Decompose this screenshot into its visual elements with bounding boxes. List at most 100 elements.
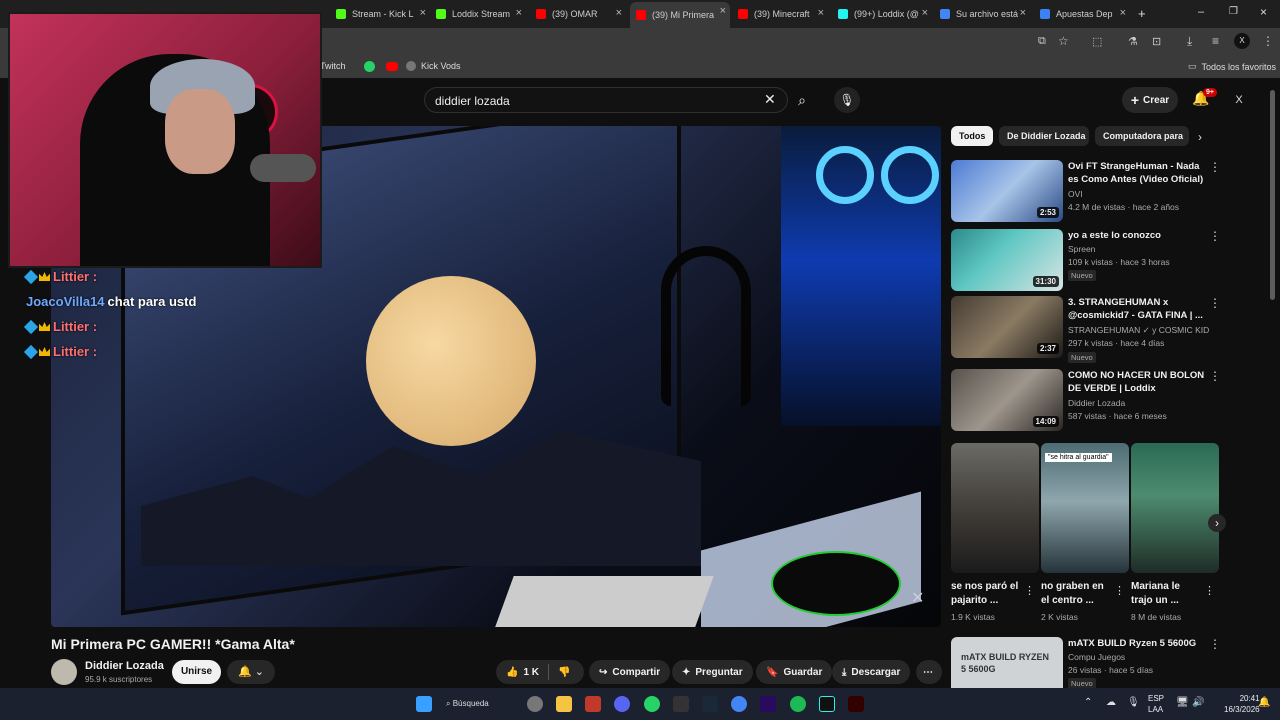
- dislike-icon[interactable]: 👎: [558, 667, 570, 678]
- chrome-icon[interactable]: [731, 696, 747, 712]
- join-button[interactable]: Unirse: [172, 660, 221, 684]
- star-icon[interactable]: ☆: [1058, 34, 1069, 48]
- network-icon[interactable]: 🖥: [1176, 697, 1189, 708]
- share-button[interactable]: ↪ Compartir: [589, 660, 671, 684]
- more-icon[interactable]: ⋮: [1209, 369, 1221, 383]
- chip-todos[interactable]: Todos: [951, 126, 993, 146]
- close-window-icon[interactable]: ×: [1260, 5, 1267, 19]
- video-thumbnail[interactable]: 14:09: [951, 369, 1063, 431]
- tab-apuestas[interactable]: Apuestas Dep ×: [1040, 4, 1126, 24]
- all-favorites[interactable]: ▭ Todos los favoritos: [1188, 61, 1276, 72]
- chevron-right-icon[interactable]: ›: [1208, 514, 1226, 532]
- mic-tray-icon[interactable]: 🎙: [1127, 697, 1140, 708]
- notification-bell-icon[interactable]: 🔔: [1258, 697, 1270, 708]
- channel-name[interactable]: Diddier Lozada: [85, 660, 164, 672]
- system-clock[interactable]: 20:41 16/3/2026: [1224, 693, 1260, 715]
- tab-tiktok-loddix[interactable]: (99+) Loddix (@ ×: [838, 4, 928, 24]
- subscription-bell-button[interactable]: 🔔 ⌄: [227, 660, 275, 684]
- avatar[interactable]: X: [1229, 90, 1249, 110]
- extension-icon[interactable]: ⚗: [1128, 35, 1138, 48]
- like-count[interactable]: 1 K: [523, 667, 539, 678]
- short-thumbnail[interactable]: [951, 443, 1039, 573]
- cast-icon[interactable]: ⧉: [1038, 35, 1046, 48]
- video-thumbnail[interactable]: 2:37: [951, 296, 1063, 358]
- close-icon[interactable]: ×: [720, 5, 726, 17]
- tab-minecraft[interactable]: (39) Minecraft ×: [738, 4, 824, 24]
- taskbar-search[interactable]: ⌕ Búsqueda: [446, 695, 516, 713]
- close-icon[interactable]: ×: [516, 7, 522, 19]
- tiktok-icon[interactable]: [819, 696, 835, 712]
- chip-computadora[interactable]: Computadora para: [1095, 126, 1189, 146]
- chevron-right-icon[interactable]: ›: [1198, 130, 1202, 144]
- more-icon[interactable]: ⋮: [1209, 296, 1221, 310]
- more-actions-button[interactable]: ⋯: [916, 660, 942, 684]
- file-explorer-icon[interactable]: [556, 696, 572, 712]
- volume-icon[interactable]: 🔊: [1192, 697, 1204, 708]
- ask-button[interactable]: ✦ Preguntar: [672, 660, 753, 684]
- more-icon[interactable]: ⋮: [1209, 229, 1221, 243]
- illustrator-icon[interactable]: [848, 696, 864, 712]
- windows-start-icon[interactable]: [416, 696, 432, 712]
- recommendation-item[interactable]: 14:09 COMO NO HACER UN BOLON DE VERDE | …: [951, 369, 1221, 431]
- close-icon[interactable]: ×: [420, 7, 426, 19]
- create-button[interactable]: + Crear: [1122, 87, 1178, 113]
- whatsapp-icon[interactable]: [644, 696, 660, 712]
- channel-avatar[interactable]: [51, 659, 77, 685]
- more-icon[interactable]: ⋮: [1209, 160, 1221, 174]
- recommendation-item[interactable]: mATX BUILD RYZEN 5 5600G mATX BUILD Ryze…: [951, 637, 1221, 688]
- restore-icon[interactable]: ❐: [1229, 6, 1238, 17]
- bookmark-twitch[interactable]: Twitch: [320, 61, 346, 71]
- video-thumbnail[interactable]: 2:53: [951, 160, 1063, 222]
- more-icon[interactable]: ⋮: [1204, 584, 1215, 597]
- cloud-icon[interactable]: ☁: [1106, 697, 1116, 708]
- whatsapp-icon[interactable]: [364, 61, 375, 72]
- close-icon[interactable]: ×: [922, 7, 928, 19]
- video-thumbnail[interactable]: 31:30: [951, 229, 1063, 291]
- tray-chevron-icon[interactable]: ⌃: [1084, 697, 1092, 708]
- close-icon[interactable]: ×: [1120, 7, 1126, 19]
- tab-kick-stream[interactable]: Stream - Kick L ×: [336, 4, 426, 24]
- more-icon[interactable]: ⋮: [1114, 584, 1125, 597]
- minimize-icon[interactable]: –: [1198, 6, 1204, 18]
- short-title[interactable]: Mariana le trajo un ...: [1131, 580, 1203, 608]
- search-button[interactable]: ⌕: [788, 87, 816, 113]
- profile-icon[interactable]: X: [1234, 33, 1250, 49]
- download-icon[interactable]: ⤓: [1187, 34, 1192, 49]
- clear-search-icon[interactable]: ✕: [764, 91, 776, 108]
- close-icon[interactable]: ×: [818, 7, 824, 19]
- new-tab-icon[interactable]: +: [1138, 6, 1146, 21]
- short-title[interactable]: no graben en el centro ...: [1041, 580, 1113, 608]
- extensions-icon[interactable]: ⬚: [1092, 35, 1102, 48]
- menu-icon[interactable]: ⋮: [1262, 34, 1274, 48]
- chip-de-diddier[interactable]: De Diddier Lozada: [999, 126, 1089, 146]
- tab-archivo[interactable]: Su archivo está ×: [940, 4, 1026, 24]
- widgets-icon[interactable]: [527, 696, 543, 712]
- media-icon[interactable]: ≡: [1212, 34, 1219, 48]
- more-icon[interactable]: ⋮: [1024, 584, 1035, 597]
- close-icon[interactable]: ×: [616, 7, 622, 19]
- recommendation-item[interactable]: 31:30 yo a este lo conozco Spreen 109 k …: [951, 229, 1221, 291]
- language-indicator[interactable]: ESP LAA: [1148, 693, 1164, 715]
- tab-loddix-stream[interactable]: Loddix Stream ×: [436, 4, 522, 24]
- steam-icon[interactable]: [702, 696, 718, 712]
- recommendation-item[interactable]: 2:53 Ovi FT StrangeHuman - Nada es Como …: [951, 160, 1221, 222]
- tab-search-icon[interactable]: ⊡: [1152, 35, 1161, 48]
- more-icon[interactable]: ⋮: [1209, 637, 1221, 651]
- like-icon[interactable]: 👍: [506, 667, 518, 678]
- search-input[interactable]: diddier lozada: [424, 87, 788, 113]
- app-icon[interactable]: [585, 696, 601, 712]
- voice-search-button[interactable]: 🎙: [834, 87, 860, 113]
- bookmark-kick-vods[interactable]: Kick Vods: [406, 61, 461, 71]
- tab-mi-primera[interactable]: (39) Mi Primera ×: [630, 2, 730, 28]
- close-icon[interactable]: ×: [1020, 7, 1026, 19]
- youtube-icon[interactable]: [386, 62, 398, 71]
- recommendation-item[interactable]: 2:37 3. STRANGEHUMAN x @cosmickid7 - GAT…: [951, 296, 1221, 363]
- premiere-icon[interactable]: [760, 696, 776, 712]
- epic-games-icon[interactable]: [673, 696, 689, 712]
- video-thumbnail[interactable]: mATX BUILD RYZEN 5 5600G: [951, 637, 1063, 688]
- discord-icon[interactable]: [614, 696, 630, 712]
- save-button[interactable]: 🔖 Guardar: [756, 660, 833, 684]
- short-thumbnail[interactable]: "se hitra al guardia": [1041, 443, 1129, 573]
- short-thumbnail[interactable]: [1131, 443, 1219, 573]
- short-title[interactable]: se nos paró el pajarito ...: [951, 580, 1023, 608]
